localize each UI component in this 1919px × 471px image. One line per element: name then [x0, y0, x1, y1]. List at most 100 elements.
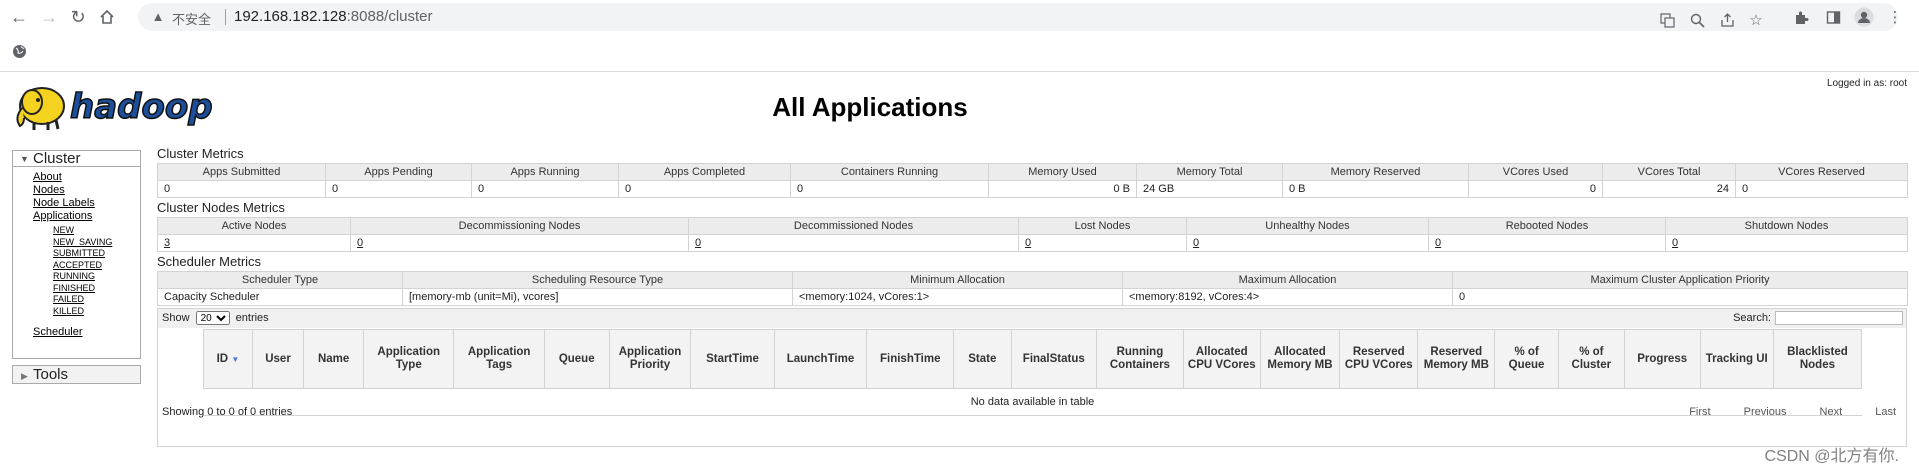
cluster-metrics-header-row: Apps Submitted Apps Pending Apps Running… — [157, 163, 1908, 181]
extensions-icon[interactable] — [1790, 6, 1812, 28]
table-cell: <memory:8192, vCores:4> — [1122, 288, 1453, 306]
column-header: Scheduling Resource Type — [402, 271, 793, 289]
column-header-finish-time[interactable]: FinishTime — [866, 329, 955, 389]
column-header-running-containers[interactable]: Running Containers — [1096, 329, 1184, 389]
column-header-reserved-memory-mb[interactable]: Reserved Memory MB — [1417, 329, 1496, 389]
share-icon[interactable] — [1716, 9, 1738, 31]
state-link-new[interactable]: NEW — [33, 225, 140, 237]
tools-accordion-header[interactable]: ▶ Tools — [12, 365, 141, 384]
pager-previous[interactable]: Previous — [1744, 406, 1787, 418]
sidebar-link-scheduler[interactable]: Scheduler — [33, 326, 140, 339]
column-header: Rebooted Nodes — [1428, 217, 1666, 235]
state-link-running[interactable]: RUNNING — [33, 271, 140, 283]
sidebar-link-about[interactable]: About — [33, 171, 140, 184]
table-cell: 0 — [1186, 234, 1429, 252]
column-header-allocated-cpu-vcores[interactable]: Allocated CPU VCores — [1182, 329, 1261, 389]
column-header: Maximum Allocation — [1122, 271, 1453, 289]
url-port: :8088 — [346, 8, 385, 25]
warning-icon[interactable]: ▲ — [150, 9, 166, 25]
column-header: Apps Submitted — [157, 163, 326, 181]
column-header-progress[interactable]: Progress — [1623, 329, 1701, 389]
state-link-accepted[interactable]: ACCEPTED — [33, 260, 140, 272]
table-cell: 0 — [1018, 234, 1187, 252]
cluster-accordion-body: About Nodes Node Labels Applications NEW… — [12, 167, 141, 359]
state-link-killed[interactable]: KILLED — [33, 306, 140, 318]
column-header-user[interactable]: User — [251, 329, 305, 389]
table-row: No data available in table — [203, 388, 1862, 416]
active-nodes-link[interactable]: 3 — [164, 237, 170, 249]
column-header-state[interactable]: State — [953, 329, 1012, 389]
column-header-start-time[interactable]: StartTime — [690, 329, 775, 389]
page-size-select[interactable]: 20 — [195, 311, 230, 326]
cluster-accordion-header[interactable]: ▼ Cluster — [12, 150, 141, 167]
decommissioned-nodes-link[interactable]: 0 — [695, 237, 701, 249]
lost-nodes-link[interactable]: 0 — [1025, 237, 1031, 249]
address-bar[interactable]: ▲ 不安全 192.168.182.128:8088/cluster ☆ — [138, 3, 1898, 31]
logged-in-label: Logged in as: root — [1826, 78, 1907, 89]
column-header: Active Nodes — [157, 217, 351, 235]
node-metrics-header-row: Active Nodes Decommissioning Nodes Decom… — [157, 217, 1908, 235]
column-header-final-status[interactable]: FinalStatus — [1010, 329, 1098, 389]
rebooted-nodes-link[interactable]: 0 — [1435, 237, 1441, 249]
state-link-failed[interactable]: FAILED — [33, 294, 140, 306]
column-header-percent-of-queue[interactable]: % of Queue — [1494, 329, 1559, 389]
profile-avatar-icon[interactable] — [1853, 6, 1875, 28]
column-header: Memory Total — [1136, 163, 1283, 181]
page-title: All Applications — [772, 92, 968, 122]
bookmarks-bar — [0, 38, 1919, 72]
pager-first[interactable]: First — [1689, 406, 1710, 418]
table-cell: 0 — [618, 180, 791, 198]
side-panel-icon[interactable] — [1822, 6, 1844, 28]
sidebar-link-node-labels[interactable]: Node Labels — [33, 197, 140, 210]
column-header-allocated-memory-mb[interactable]: Allocated Memory MB — [1259, 329, 1341, 389]
sort-desc-icon: ▼ — [231, 354, 240, 364]
state-link-finished[interactable]: FINISHED — [33, 283, 140, 295]
translate-icon[interactable] — [1656, 9, 1678, 31]
column-header-application-priority[interactable]: Application Priority — [608, 329, 692, 389]
pager-next[interactable]: Next — [1820, 406, 1843, 418]
shutdown-nodes-link[interactable]: 0 — [1672, 237, 1678, 249]
state-link-new-saving[interactable]: NEW_SAVING — [33, 237, 140, 249]
browser-chrome: ← → ↻ ▲ 不安全 192.168.182.128:8088/cluster… — [0, 0, 1919, 72]
column-header-tracking-ui[interactable]: Tracking UI — [1699, 329, 1774, 389]
search-box: Search: — [1733, 310, 1903, 327]
zoom-icon[interactable] — [1686, 9, 1708, 31]
pager-last[interactable]: Last — [1875, 406, 1896, 418]
reload-icon[interactable]: ↻ — [67, 6, 89, 28]
state-link-submitted[interactable]: SUBMITTED — [33, 248, 140, 260]
scheduler-metrics-header-row: Scheduler Type Scheduling Resource Type … — [157, 271, 1908, 289]
column-header-name[interactable]: Name — [303, 329, 365, 389]
forward-icon[interactable]: → — [38, 6, 60, 28]
url-text[interactable]: 192.168.182.128:8088/cluster — [234, 8, 433, 25]
column-header-application-type[interactable]: Application Type — [363, 329, 455, 389]
insecure-label: 不安全 — [172, 13, 212, 28]
column-header: VCores Total — [1602, 163, 1736, 181]
table-cell: 0 — [350, 234, 689, 252]
show-label: Show — [162, 312, 190, 324]
unhealthy-nodes-link[interactable]: 0 — [1193, 237, 1199, 249]
column-header-launch-time[interactable]: LaunchTime — [773, 329, 868, 389]
decommissioning-nodes-link[interactable]: 0 — [357, 237, 363, 249]
column-header-reserved-cpu-vcores[interactable]: Reserved CPU VCores — [1339, 329, 1419, 389]
column-header-id[interactable]: ID ▼ — [203, 329, 253, 389]
column-header: Minimum Allocation — [792, 271, 1123, 289]
column-header-application-tags[interactable]: Application Tags — [453, 329, 545, 389]
column-header-blacklisted-nodes[interactable]: Blacklisted Nodes — [1772, 329, 1863, 389]
home-icon[interactable] — [96, 6, 118, 28]
column-header: Scheduler Type — [157, 271, 403, 289]
sidebar-link-applications[interactable]: Applications — [33, 210, 140, 223]
menu-kebab-icon[interactable]: ⋮ — [1884, 6, 1906, 28]
column-header-queue[interactable]: Queue — [543, 329, 610, 389]
applications-toolbar: Show 20 entries Search: — [158, 309, 1906, 328]
sidebar-link-nodes[interactable]: Nodes — [33, 184, 140, 197]
bookmark-star-icon[interactable]: ☆ — [1745, 9, 1767, 31]
globe-icon[interactable] — [12, 44, 28, 60]
applications-panel: Show 20 entries Search: ID ▼ User Name A… — [157, 308, 1907, 447]
back-icon[interactable]: ← — [8, 6, 30, 28]
table-info: Showing 0 to 0 of 0 entries — [162, 406, 293, 418]
table-cell: <memory:1024, vCores:1> — [792, 288, 1123, 306]
search-input[interactable] — [1775, 311, 1903, 326]
column-header: Lost Nodes — [1018, 217, 1187, 235]
table-cell: 0 — [325, 180, 472, 198]
column-header-percent-of-cluster[interactable]: % of Cluster — [1557, 329, 1625, 389]
